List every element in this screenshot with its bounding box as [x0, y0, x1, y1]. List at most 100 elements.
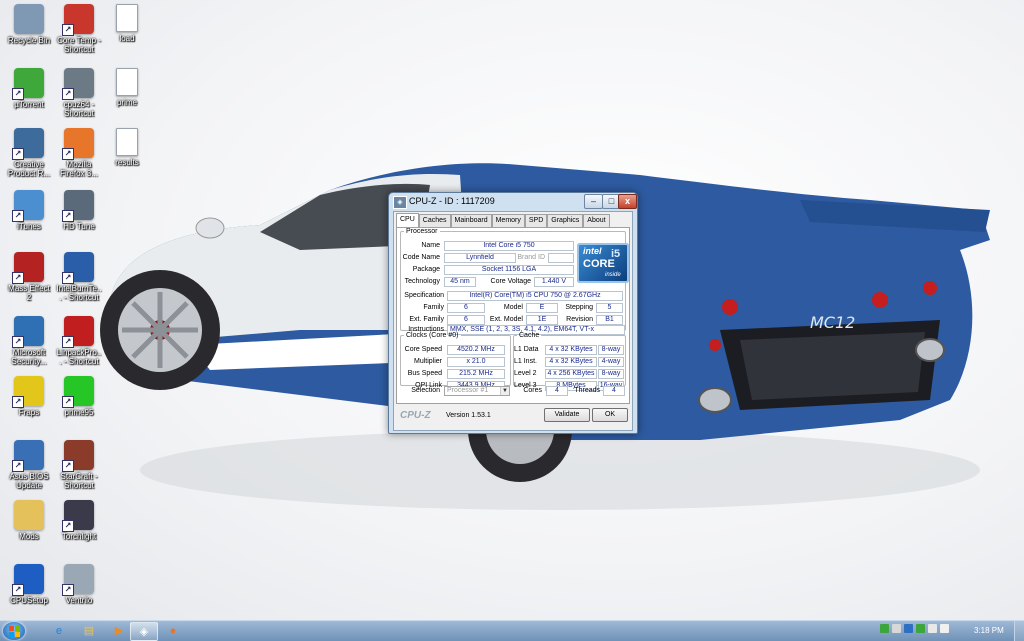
tray-security-icon[interactable]: [904, 624, 913, 633]
desktop-icon-intel-burn[interactable]: ↗ IntelBurnTe... - Shortcut: [56, 252, 102, 302]
tray-monitor-icon[interactable]: [880, 624, 889, 633]
desktop-icon-cpu-chip[interactable]: ↗ cpuz64 - Shortcut: [56, 68, 102, 118]
version-label: Version 1.53.1: [446, 412, 491, 419]
tab-spd[interactable]: SPD: [524, 214, 548, 227]
ok-button[interactable]: OK: [592, 408, 628, 422]
explorer-icon[interactable]: ▤: [76, 622, 102, 639]
tab-caches[interactable]: Caches: [418, 214, 451, 227]
validate-button[interactable]: Validate: [544, 408, 590, 422]
desktop-icon-prime95[interactable]: ↗ prime95: [56, 376, 102, 417]
tab-cpu[interactable]: CPU: [396, 213, 419, 227]
threads-label: Threads: [574, 387, 600, 394]
shortcut-arrow-icon: ↗: [62, 336, 74, 348]
desktop-icon-label: Mass Effect 2: [8, 284, 50, 302]
intel-burn-icon: ↗: [62, 252, 94, 284]
desktop-icon-firefox[interactable]: ↗ Mozilla Firefox 3...: [56, 128, 102, 178]
show-desktop-button[interactable]: [1014, 621, 1024, 641]
taskbar-clock[interactable]: 3:18 PM: [974, 626, 1004, 635]
desktop-icon-torchlight[interactable]: ↗ Torchlight: [56, 500, 102, 541]
tray-volume-icon[interactable]: [940, 624, 949, 633]
cache-row-label: L1 Inst.: [514, 358, 537, 365]
desktop-icon-thermometer[interactable]: ↗ Core Temp - Shortcut: [56, 4, 102, 54]
close-button[interactable]: x: [618, 194, 637, 209]
desktop-icon-document[interactable]: prime: [104, 68, 150, 107]
tray-network-icon[interactable]: [892, 624, 901, 633]
cpuz-brand-text: CPU-Z: [400, 410, 431, 421]
processor-select[interactable]: Processor #1 ▼: [444, 386, 510, 396]
tab-about[interactable]: About: [583, 214, 610, 227]
shortcut-arrow-icon: ↗: [12, 396, 24, 408]
shortcut-arrow-icon: ↗: [12, 88, 24, 100]
desktop-icon-cpusetup[interactable]: ↗ CPUSetup: [6, 564, 52, 605]
cache-row-size: 4 x 32 KBytes: [545, 357, 597, 367]
desktop-icon-label: IntelBurnTe... - Shortcut: [56, 284, 102, 302]
stepping-value: 5: [596, 303, 623, 313]
clocks-legend: Clocks (Core #0): [406, 332, 459, 339]
desktop-icon-label: Asus BIOS Update: [9, 472, 49, 490]
desktop-icon-label: iTunes: [17, 222, 41, 231]
desktop-icon-label: Creative Product R...: [7, 160, 51, 178]
hd-tune-icon: ↗: [62, 190, 94, 222]
utorrent-icon: ↗: [12, 68, 44, 100]
desktop-icon-label: cpuz64 - Shortcut: [63, 100, 95, 118]
threads-value: 4: [603, 386, 625, 396]
ext-model-label: Ext. Model: [489, 316, 523, 323]
cpuz-titlebar[interactable]: ◈ CPU-Z - ID : 1117209 – □ x: [389, 193, 637, 211]
multiplier-label: Multiplier: [413, 358, 442, 365]
shortcut-arrow-icon: ↗: [12, 460, 24, 472]
tab-graphics[interactable]: Graphics: [547, 214, 584, 227]
desktop-icon-label: prime95: [64, 408, 94, 417]
desktop-icon-recycle-bin[interactable]: Recycle Bin: [6, 4, 52, 45]
shortcut-arrow-icon: ↗: [62, 24, 74, 36]
desktop-icon-mass-effect[interactable]: ↗ Mass Effect 2: [6, 252, 52, 302]
tray-shield-icon[interactable]: [916, 624, 925, 633]
cache-row-way: 4-way: [598, 357, 624, 367]
torchlight-icon: ↗: [62, 500, 94, 532]
cache-row-size: 4 x 32 KBytes: [545, 345, 597, 355]
ext-family-label: Ext. Family: [409, 316, 444, 323]
cpusetup-icon: ↗: [12, 564, 44, 596]
desktop-icon-fraps[interactable]: ↗ Fraps: [6, 376, 52, 417]
desktop-icon-folder[interactable]: Mods: [6, 500, 52, 541]
desktop-icon-hd-tune[interactable]: ↗ HD Tune: [56, 190, 102, 231]
cores-label: Cores: [523, 387, 542, 394]
desktop-icon-utorrent[interactable]: ↗ µTorrent: [6, 68, 52, 109]
desktop-icon-document[interactable]: load: [104, 4, 150, 43]
security-essentials-icon: ↗: [12, 316, 44, 348]
ie-icon[interactable]: e: [46, 622, 72, 639]
shortcut-arrow-icon: ↗: [62, 272, 74, 284]
desktop-icon-label: Microsoft Security...: [11, 348, 47, 366]
desktop-icon-label: µTorrent: [14, 100, 44, 109]
desktop-icon-linpack[interactable]: ↗ LinpackPro... - Shortcut: [56, 316, 102, 366]
specification-value: Intel(R) Core(TM) i5 CPU 750 @ 2.67GHz: [447, 291, 623, 301]
tab-mainboard[interactable]: Mainboard: [450, 214, 492, 227]
selection-label: Selection: [411, 387, 440, 394]
desktop-icon-document[interactable]: results: [104, 128, 150, 167]
desktop-icon-creative[interactable]: ↗ Creative Product R...: [6, 128, 52, 178]
shortcut-arrow-icon: ↗: [62, 148, 74, 160]
starcraft-icon: ↗: [62, 440, 94, 472]
desktop-icon-security-essentials[interactable]: ↗ Microsoft Security...: [6, 316, 52, 366]
cpuz-window[interactable]: ◈ CPU-Z - ID : 1117209 – □ x CPU Caches …: [388, 192, 638, 434]
fraps-icon: ↗: [12, 376, 44, 408]
cpuz-taskbar-icon[interactable]: ◈: [130, 622, 158, 641]
shortcut-arrow-icon: ↗: [12, 336, 24, 348]
cache-row-way: 8-way: [598, 369, 624, 379]
cpuz-tab-strip: CPU Caches Mainboard Memory SPD Graphics…: [396, 213, 610, 227]
revision-value: B1: [596, 315, 623, 325]
core-speed-label: Core Speed: [404, 346, 442, 353]
model-label: Model: [503, 304, 523, 311]
desktop-icon-starcraft[interactable]: ↗ StarCraft - Shortcut: [56, 440, 102, 490]
media-player-icon[interactable]: ▶: [106, 622, 132, 639]
desktop-icon-ventrilo[interactable]: ↗ Ventrilo: [56, 564, 102, 605]
tray-flag-icon[interactable]: [928, 624, 937, 633]
shortcut-arrow-icon: ↗: [62, 88, 74, 100]
desktop-icon-bios-update[interactable]: ↗ Asus BIOS Update: [6, 440, 52, 490]
start-button[interactable]: [3, 622, 25, 640]
firefox-taskbar-icon[interactable]: ●: [160, 622, 186, 639]
document-icon: [116, 128, 138, 156]
desktop-icon-itunes[interactable]: ↗ iTunes: [6, 190, 52, 231]
minimize-button[interactable]: –: [584, 194, 603, 209]
windows-logo-icon: [9, 626, 14, 631]
tab-memory[interactable]: Memory: [491, 214, 525, 227]
